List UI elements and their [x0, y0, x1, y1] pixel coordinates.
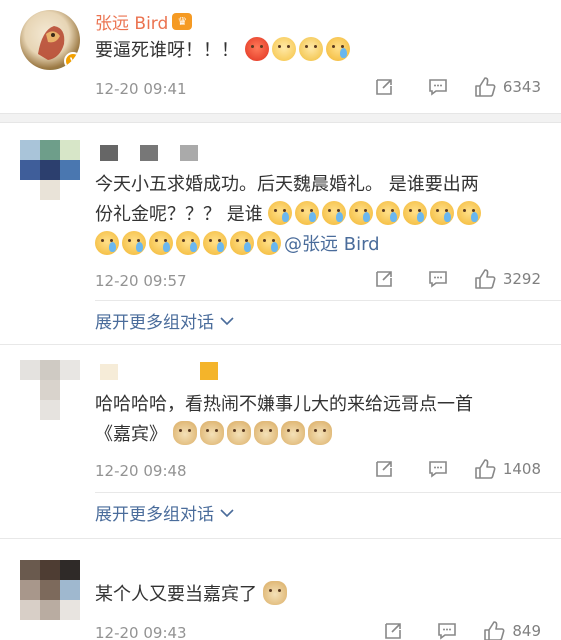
crying-face-icon [257, 231, 281, 255]
comment-time: 12-20 09:43 [95, 624, 187, 640]
comment-time: 12-20 09:48 [95, 462, 187, 480]
thumbs-up-icon [475, 269, 496, 289]
comment-time: 12-20 09:41 [95, 80, 187, 98]
repost-button[interactable] [382, 620, 404, 640]
divider [95, 492, 561, 493]
repost-button[interactable] [373, 268, 395, 290]
crying-face-icon [95, 231, 119, 255]
comment-text: 哈哈哈哈，看热闹不嫌事儿大的来给远哥点一首 《嘉宾》 [95, 394, 473, 445]
repost-icon [385, 623, 402, 639]
badge-icon [200, 362, 218, 380]
comment-button[interactable] [427, 76, 449, 98]
avatar[interactable] [20, 140, 80, 200]
like-count: 849 [512, 622, 541, 640]
like-button[interactable]: 6343 [473, 76, 541, 98]
like-button[interactable]: 1408 [473, 458, 541, 480]
crying-face-icon [230, 231, 254, 255]
mention-link[interactable]: @张远 Bird [284, 234, 380, 255]
crying-face-icon [403, 201, 428, 225]
divider [0, 538, 561, 539]
crying-face-icon [376, 201, 401, 225]
username-redacted[interactable] [100, 145, 198, 161]
repost-icon [376, 271, 392, 287]
avatar[interactable] [20, 560, 80, 620]
section-divider [0, 113, 561, 123]
crying-face-icon [349, 201, 374, 225]
like-button[interactable]: 849 [482, 620, 541, 640]
crying-face-icon [430, 201, 455, 225]
comment-feed: v 张远 Bird ♛ 要逼死谁呀！！！ 12-20 09:41 6343 今天… [0, 0, 561, 640]
doge-icon [262, 581, 287, 605]
divider [0, 344, 561, 345]
expand-more-conversations-link[interactable]: 展开更多组对话 [95, 308, 234, 333]
comment-button[interactable] [427, 268, 449, 290]
comment-icon [429, 79, 447, 96]
crying-face-icon [203, 231, 227, 255]
avatar[interactable]: v [20, 10, 80, 70]
doge-icon [226, 421, 251, 445]
comment-text: 今天小五求婚成功。后天魏晨婚礼。 是谁要出两 份礼金呢？？？ 是谁 @张远 Bi… [95, 170, 545, 260]
doge-icon [253, 421, 278, 445]
pout-face-icon [271, 37, 296, 61]
repost-icon [376, 79, 392, 95]
doge-icon [199, 421, 224, 445]
like-count: 6343 [502, 78, 541, 96]
crying-face-icon [457, 201, 482, 225]
crying-face-icon [268, 201, 293, 225]
thumbs-up-icon [484, 621, 505, 640]
comment-icon [429, 461, 447, 478]
angry-face-icon [244, 37, 269, 61]
chevron-down-icon [220, 508, 234, 517]
expand-more-conversations-link[interactable]: 展开更多组对话 [95, 500, 234, 525]
comment-text: 某个人又要当嘉宾了 [95, 580, 545, 610]
username-redacted[interactable] [100, 364, 118, 380]
doge-icon [172, 421, 197, 445]
divider [95, 300, 561, 301]
doge-icon [280, 421, 305, 445]
crying-face-icon [122, 231, 146, 255]
comment-text: 要逼死谁呀！！！ [95, 36, 545, 66]
crying-face-icon [322, 201, 347, 225]
like-count: 3292 [502, 270, 541, 288]
verified-badge-icon: v [64, 52, 80, 70]
avatar[interactable] [20, 360, 80, 420]
comment-icon [429, 271, 447, 288]
thumbs-up-icon [475, 459, 496, 479]
chevron-down-icon [220, 316, 234, 325]
comment-time: 12-20 09:57 [95, 272, 187, 290]
comment-icon [438, 623, 457, 640]
crying-face-icon [176, 231, 200, 255]
repost-icon [376, 461, 392, 477]
repost-button[interactable] [373, 458, 395, 480]
crying-face-icon [295, 201, 320, 225]
doge-icon [307, 421, 332, 445]
thumbs-up-icon [475, 77, 496, 97]
comment-button[interactable] [436, 620, 458, 640]
repost-button[interactable] [373, 76, 395, 98]
vip-crown-icon: ♛ [172, 13, 193, 30]
username[interactable]: 张远 Bird [95, 9, 168, 34]
sad-face-icon [298, 37, 323, 61]
like-button[interactable]: 3292 [473, 268, 541, 290]
comment-button[interactable] [427, 458, 449, 480]
crying-face-icon [325, 37, 350, 61]
like-count: 1408 [502, 460, 541, 478]
crying-face-icon [149, 231, 173, 255]
